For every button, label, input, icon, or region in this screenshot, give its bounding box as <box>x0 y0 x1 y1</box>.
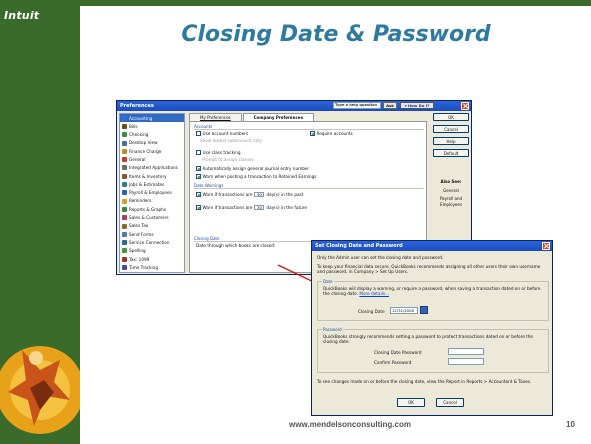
date-group: Date QuickBooks will display a warning, … <box>317 279 549 321</box>
password-description: QuickBooks strongly recommends setting a… <box>323 334 533 345</box>
closing-date-dialog: Set Closing Date and Password Only the A… <box>311 240 553 416</box>
closing-date-field-label: Closing Date <box>358 309 385 314</box>
password-group: Password QuickBooks strongly recommends … <box>317 327 549 373</box>
admin-note: Only the Admin user can set the closing … <box>317 255 444 260</box>
calendar-icon[interactable] <box>420 306 428 314</box>
closing-date-dialog-title: Set Closing Date and Password <box>315 243 403 249</box>
date-description: QuickBooks will display a warning, or re… <box>323 286 541 297</box>
footer-url: www.mendelsonconsulting.com <box>289 420 411 429</box>
dialog-cancel-button[interactable]: Cancel <box>436 398 464 407</box>
dialog-ok-button[interactable]: OK <box>397 398 425 407</box>
password-group-label: Password <box>322 327 343 333</box>
more-details-link[interactable]: More details... <box>359 291 389 296</box>
closing-date-password-label: Closing Date Password <box>374 350 422 355</box>
closing-date-input[interactable]: 12/31/2008 <box>390 307 418 314</box>
confirm-password-input[interactable] <box>448 358 484 365</box>
confirm-password-label: Confirm Password <box>374 360 412 365</box>
date-group-label: Date <box>322 279 334 285</box>
closing-date-dialog-titlebar: Set Closing Date and Password <box>312 241 552 251</box>
security-intro: To keep your financial data secure, Quic… <box>317 264 541 275</box>
page-number: 10 <box>566 420 575 429</box>
close-icon[interactable] <box>542 242 550 250</box>
dialog-footer-text: To see changes made on or before the clo… <box>317 379 532 384</box>
closing-date-password-input[interactable] <box>448 348 484 355</box>
